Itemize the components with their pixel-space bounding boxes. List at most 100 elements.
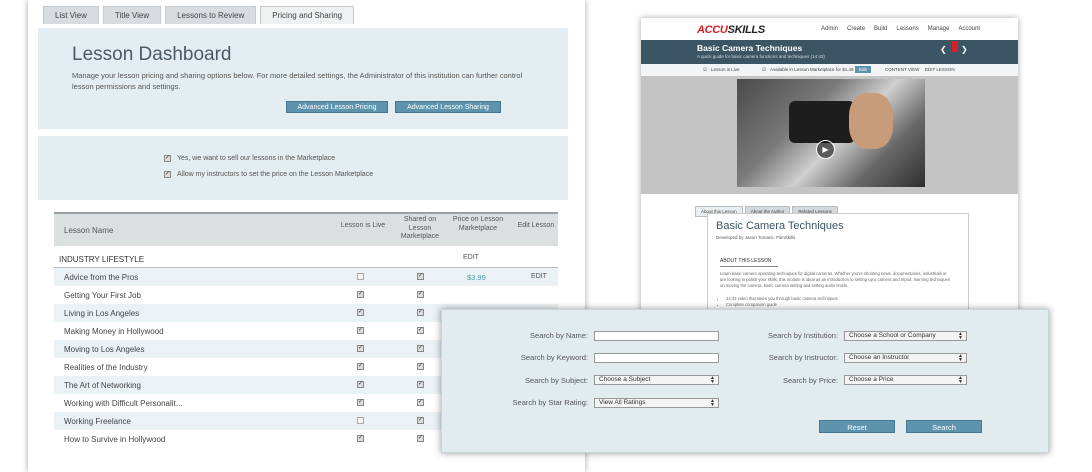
search-institution-select[interactable]: Choose a School or Company ▲ ▼ [844,331,967,341]
status-market-checkbox[interactable]: ☑ [762,67,766,73]
status-live-checkbox[interactable]: ☑ [703,67,707,73]
lesson-shared-checkbox[interactable] [417,291,424,298]
search-name-input[interactable] [594,331,719,341]
header-price: Price on Lesson Marketplace [452,216,504,232]
lesson-status-bar: ☑ Lesson is Live ☑ Available in Lesson M… [641,64,1018,76]
instructor-value: Choose an Instructor [849,354,910,361]
camera-silhouette [789,101,855,143]
lesson-name[interactable]: Working Freelance [64,417,131,426]
lesson-shared-checkbox[interactable] [417,309,424,316]
lesson-shared-checkbox[interactable] [417,327,424,334]
lesson-live-checkbox[interactable] [357,363,364,370]
dashboard-description: Manage your lesson pricing and sharing o… [72,71,523,91]
edit-lesson-link[interactable]: EDIT LESSON [925,67,955,72]
lesson-name[interactable]: Advice from the Pros [64,273,138,282]
lesson-heading: Basic Camera Techniques [716,220,844,232]
lesson-live-checkbox[interactable] [357,327,364,334]
next-arrow-icon[interactable]: ❯ [961,45,968,54]
search-instructor-label: Search by Instructor: [768,353,838,362]
updown-icon: ▲ ▼ [958,353,963,363]
group-row: INDUSTRY LIFESTYLE EDIT [54,246,558,268]
lesson-name[interactable]: Making Money in Hollywood [64,327,164,336]
nav-admin[interactable]: Admin [821,26,838,32]
about-lesson-title: ABOUT THIS LESSON [720,258,772,264]
search-price-label: Search by Price: [782,376,838,385]
nav-create[interactable]: Create [847,26,865,32]
search-keyword-input[interactable] [594,353,719,363]
lesson-shared-checkbox[interactable] [417,399,424,406]
bookmark-icon[interactable] [952,41,958,52]
search-subject-select[interactable]: Choose a Subject ▲ ▼ [594,375,719,385]
lesson-edit-link[interactable]: EDIT [531,273,547,280]
status-live-label: Lesson is Live [711,67,740,72]
table-row: Getting Your First Job [54,286,558,304]
lesson-live-checkbox[interactable] [357,417,364,424]
lesson-live-checkbox[interactable] [357,291,364,298]
lesson-name[interactable]: Realities of the Industry [64,363,148,372]
lesson-price[interactable]: $3.99 [467,273,486,282]
lesson-name[interactable]: The Art of Networking [64,381,141,390]
lesson-shared-checkbox[interactable] [417,363,424,370]
tab-title-view[interactable]: Title View [102,6,162,24]
status-edit-button[interactable]: Edit [855,66,871,73]
group-edit-link[interactable]: EDIT [463,254,479,261]
lesson-shared-checkbox[interactable] [417,273,424,280]
instructor-price-option-label: Allow my instructors to set the price on… [177,171,374,178]
sell-option-label: Yes, we want to sell our lessons in the … [177,155,336,162]
lesson-shared-checkbox[interactable] [417,381,424,388]
lesson-search-panel: Search by Name: Search by Keyword: Searc… [441,309,1049,453]
dashboard-header: Lesson Dashboard Manage your lesson pric… [38,28,568,129]
lesson-video[interactable]: ▶ [737,79,925,187]
lesson-live-checkbox[interactable] [357,399,364,406]
view-tabs: List View Title View Lessons to Review P… [43,6,358,24]
lesson-live-checkbox[interactable] [357,345,364,352]
search-button[interactable]: Search [906,420,982,433]
play-icon[interactable]: ▶ [816,140,835,159]
nav-lessons[interactable]: Lessons [896,26,918,32]
operator-silhouette [849,93,893,149]
header-edit: Edit Lesson [517,222,555,229]
lesson-shared-checkbox[interactable] [417,435,424,442]
lesson-name[interactable]: Getting Your First Job [64,291,141,300]
marketplace-options: Yes, we want to sell our lessons in the … [38,136,568,200]
institution-value: Choose a School or Company [849,332,936,339]
tab-lessons-to-review[interactable]: Lessons to Review [165,6,257,24]
lesson-live-checkbox[interactable] [357,309,364,316]
lesson-name[interactable]: How to Survive in Hollywood [64,435,165,444]
lesson-name[interactable]: Working with Difficult Personalit... [64,399,182,408]
lesson-shared-checkbox[interactable] [417,417,424,424]
price-value: Choose a Price [849,376,894,383]
accuskills-logo: ACCUSKILLS [697,24,765,36]
lesson-live-checkbox[interactable] [357,435,364,442]
lesson-shared-checkbox[interactable] [417,345,424,352]
search-price-select[interactable]: Choose a Price ▲ ▼ [844,375,967,385]
lesson-banner: Basic Camera Techniques A quick guide fo… [641,40,1018,64]
nav-manage[interactable]: Manage [928,26,950,32]
search-rating-select[interactable]: View All Ratings ▲ ▼ [594,398,719,408]
updown-icon: ▲ ▼ [958,375,963,385]
rating-value: View All Ratings [599,399,646,406]
updown-icon: ▲ ▼ [958,331,963,341]
nav-account[interactable]: Account [958,26,980,32]
lesson-name[interactable]: Moving to Los Angeles [64,345,145,354]
lesson-title: Basic Camera Techniques [697,43,803,53]
advanced-lesson-pricing-button[interactable]: Advanced Lesson Pricing [286,101,388,113]
about-underline [720,266,778,267]
search-institution-label: Search by Institution: [767,331,838,340]
content-view-link[interactable]: CONTENT VIEW [885,67,919,72]
sell-checkbox[interactable] [164,155,171,162]
lesson-live-checkbox[interactable] [357,273,364,280]
lesson-live-checkbox[interactable] [357,381,364,388]
lesson-subtitle: A quick guide for basic camera functions… [697,54,825,59]
lesson-name[interactable]: Living in Los Angeles [64,309,139,318]
nav-build[interactable]: Build [874,26,887,32]
reset-button[interactable]: Reset [819,420,895,433]
instructor-price-checkbox[interactable] [164,171,171,178]
search-name-label: Search by Name: [530,331,588,340]
tab-list-view[interactable]: List View [43,6,99,24]
prev-arrow-icon[interactable]: ❮ [940,45,947,54]
search-instructor-select[interactable]: Choose an Instructor ▲ ▼ [844,353,967,363]
advanced-lesson-sharing-button[interactable]: Advanced Lesson Sharing [395,101,501,113]
bullet-item: Complete companion guide [726,302,838,308]
tab-pricing-and-sharing[interactable]: Pricing and Sharing [260,6,355,24]
